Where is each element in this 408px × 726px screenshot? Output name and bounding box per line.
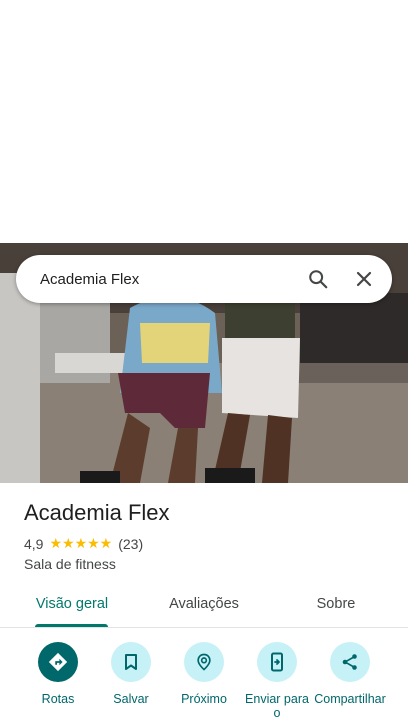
- send-to-phone-button[interactable]: Enviar para o: [241, 642, 313, 720]
- tab-reviews[interactable]: Avaliações: [154, 587, 254, 627]
- save-label: Salvar: [113, 692, 149, 706]
- tab-overview[interactable]: Visão geral: [22, 587, 122, 627]
- rating-stars: ★★★★★: [49, 535, 113, 551]
- share-button[interactable]: Compartilhar: [314, 642, 386, 706]
- rating-row[interactable]: 4,9 ★★★★★ (23): [24, 535, 143, 552]
- review-count: (23): [118, 535, 144, 552]
- rating-value: 4,9: [24, 535, 44, 552]
- blank-top-area: [0, 0, 408, 243]
- tabs-divider: [0, 627, 408, 628]
- send-to-phone-icon: [257, 642, 297, 682]
- place-category: Sala de fitness: [24, 556, 116, 572]
- tab-bar: Visão geral Avaliações Sobre: [0, 587, 408, 627]
- nearby-label: Próximo: [181, 692, 227, 706]
- directions-label: Rotas: [41, 692, 75, 706]
- send-to-phone-label: Enviar para o: [245, 692, 309, 720]
- directions-icon: [38, 642, 78, 682]
- directions-button[interactable]: Rotas: [22, 642, 94, 706]
- save-button[interactable]: Salvar: [95, 642, 167, 706]
- close-icon[interactable]: [344, 259, 384, 299]
- bookmark-icon: [111, 642, 151, 682]
- share-label: Compartilhar: [314, 692, 386, 706]
- search-query-text[interactable]: Academia Flex: [40, 271, 298, 288]
- nearby-button[interactable]: Próximo: [168, 642, 240, 706]
- search-bar[interactable]: Academia Flex: [16, 255, 392, 303]
- search-icon[interactable]: [298, 259, 338, 299]
- place-name: Academia Flex: [24, 500, 170, 525]
- nearby-icon: [184, 642, 224, 682]
- tab-about[interactable]: Sobre: [296, 587, 376, 627]
- share-icon: [330, 642, 370, 682]
